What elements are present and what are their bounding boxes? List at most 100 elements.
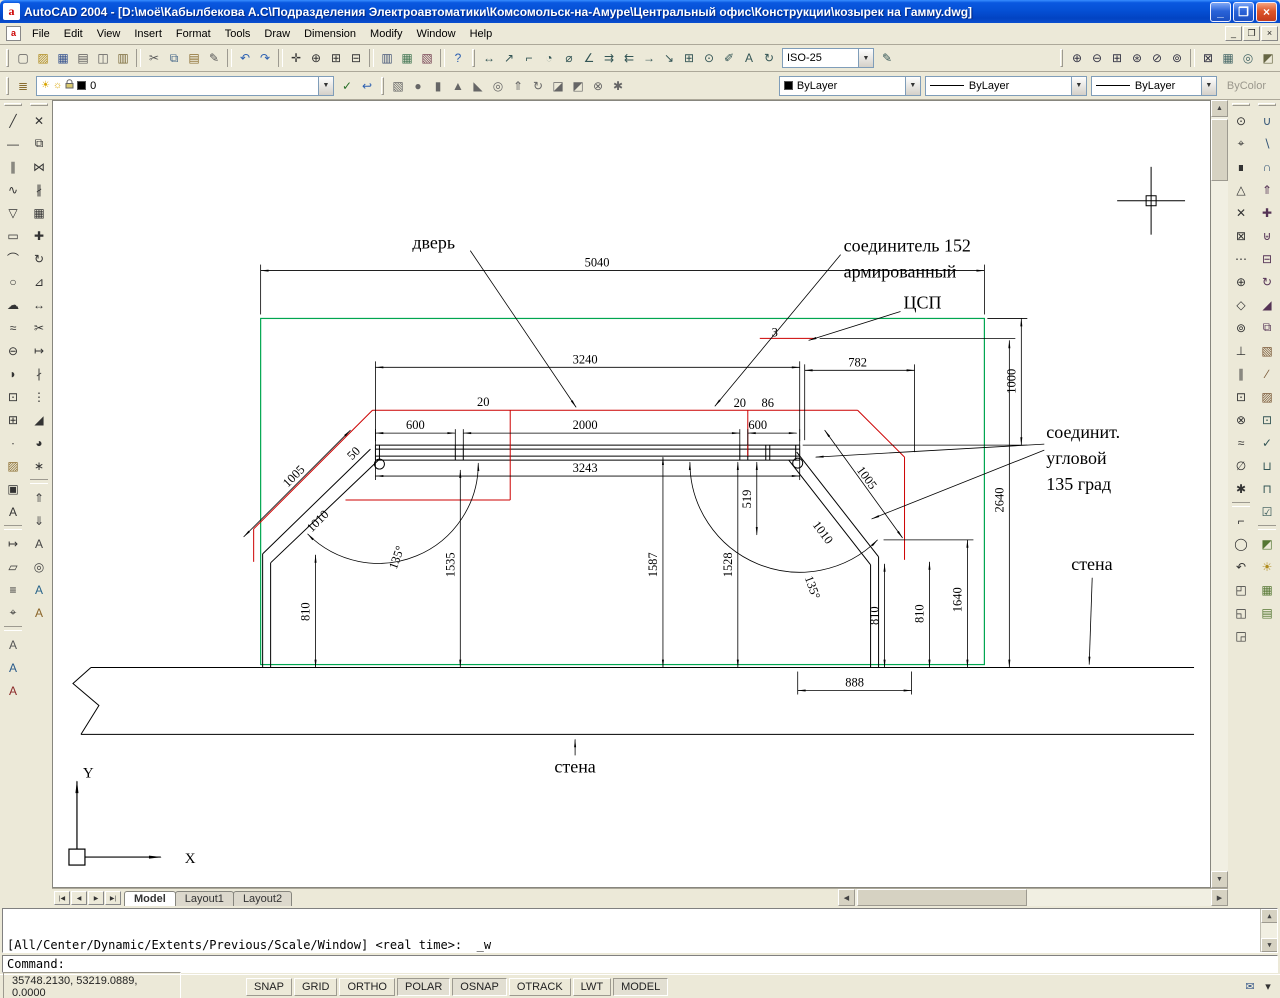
ucs-object-button[interactable]: ◱: [1229, 601, 1253, 624]
rectangle-tool[interactable]: ▭: [1, 224, 25, 247]
drawing-file-icon[interactable]: a: [6, 26, 21, 41]
ucs-previous-button[interactable]: ↶: [1229, 555, 1253, 578]
none-snap[interactable]: ∅: [1229, 454, 1253, 477]
menu-window[interactable]: Window: [409, 24, 462, 44]
chevron-down-icon[interactable]: ▼: [1071, 77, 1086, 95]
temporary-track-point-snap[interactable]: ⊙: [1229, 109, 1253, 132]
undo-button[interactable]: ↶: [235, 48, 255, 68]
menu-draw[interactable]: Draw: [257, 24, 297, 44]
quick-dimension-button[interactable]: ⇉: [599, 48, 619, 68]
lights-button[interactable]: ☀: [1255, 555, 1279, 578]
toolbar-grip[interactable]: [1258, 103, 1276, 106]
lineweight-control[interactable]: ByLayer ▼: [1091, 76, 1217, 96]
continue-dimension-button[interactable]: →: [639, 48, 659, 68]
toolbar-grip[interactable]: [30, 103, 48, 106]
layer-properties-manager-button[interactable]: ≣: [13, 76, 33, 96]
dimension-update-button[interactable]: ↻: [759, 48, 779, 68]
snap-toggle[interactable]: SNAP: [246, 978, 292, 996]
shell-button[interactable]: ⊓: [1255, 477, 1279, 500]
zoom-out-button[interactable]: ⊖: [1087, 48, 1107, 68]
chamfer-tool[interactable]: ◢: [27, 408, 51, 431]
scroll-right-icon[interactable]: ▶: [1211, 889, 1228, 906]
scale-tool[interactable]: ⊿: [27, 270, 51, 293]
scroll-down-icon[interactable]: ▼: [1211, 871, 1228, 888]
array-tool[interactable]: ▦: [27, 201, 51, 224]
osnap-settings-button[interactable]: ✱: [1229, 477, 1253, 500]
chevron-down-icon[interactable]: ▼: [905, 77, 920, 95]
tab-prev-button[interactable]: ◀: [71, 891, 87, 905]
toolbar-grip[interactable]: [6, 49, 9, 67]
ordinate-dimension-button[interactable]: ⌐: [519, 48, 539, 68]
make-block-tool[interactable]: ⊞: [1, 408, 25, 431]
explode-tool[interactable]: ∗: [27, 454, 51, 477]
subtract-button[interactable]: ∖: [1255, 132, 1279, 155]
erase-tool[interactable]: ✕: [27, 109, 51, 132]
check-button[interactable]: ☑: [1255, 500, 1279, 523]
menu-view[interactable]: View: [90, 24, 128, 44]
vertical-scroll-thumb[interactable]: [1211, 119, 1228, 181]
intersect-button[interactable]: ∩: [1255, 155, 1279, 178]
vertical-scroll-track[interactable]: [1211, 181, 1228, 871]
circle-tool[interactable]: ○: [1, 270, 25, 293]
linear-dimension-button[interactable]: ↔: [479, 48, 499, 68]
new-file-button[interactable]: ▢: [13, 48, 33, 68]
named-views-button[interactable]: ▦: [1218, 48, 1238, 68]
redo-button[interactable]: ↷: [255, 48, 275, 68]
polar-toggle[interactable]: POLAR: [397, 978, 450, 996]
midpoint-snap[interactable]: △: [1229, 178, 1253, 201]
tab-last-button[interactable]: ▶|: [105, 891, 121, 905]
union-button[interactable]: ∪: [1255, 109, 1279, 132]
separate-button[interactable]: ⊔: [1255, 454, 1279, 477]
solid-box-button[interactable]: ▧: [388, 76, 408, 96]
endpoint-snap[interactable]: ∎: [1229, 155, 1253, 178]
insert-block-tool[interactable]: ⊡: [1, 385, 25, 408]
scale-text-tool[interactable]: A: [27, 578, 51, 601]
match-properties-button[interactable]: ✎: [204, 48, 224, 68]
move-faces-button[interactable]: ✚: [1255, 201, 1279, 224]
ortho-toggle[interactable]: ORTHO: [339, 978, 395, 996]
solids-setup-button[interactable]: ✱: [608, 76, 628, 96]
color-faces-button[interactable]: ▧: [1255, 339, 1279, 362]
canopy-frame[interactable]: [263, 445, 879, 667]
taper-faces-button[interactable]: ◢: [1255, 293, 1279, 316]
zoom-dynamic-button[interactable]: ⊛: [1127, 48, 1147, 68]
area-tool[interactable]: ▱: [1, 555, 25, 578]
command-scrollbar[interactable]: ▲ ▼: [1260, 909, 1277, 952]
drawing-vertical-scrollbar[interactable]: ▲ ▼: [1211, 100, 1228, 888]
nearest-snap[interactable]: ≈: [1229, 431, 1253, 454]
scroll-left-icon[interactable]: ◀: [838, 889, 855, 906]
slice-button[interactable]: ◪: [548, 76, 568, 96]
color-edges-button[interactable]: ▨: [1255, 385, 1279, 408]
zoom-center-button[interactable]: ⊚: [1167, 48, 1187, 68]
color-control[interactable]: ByLayer ▼: [779, 76, 921, 96]
edit-text-tool[interactable]: A: [1, 679, 25, 702]
line-tool[interactable]: ╱: [1, 109, 25, 132]
extrude-button[interactable]: ⇑: [508, 76, 528, 96]
ucs-view-button[interactable]: ◲: [1229, 624, 1253, 647]
extend-tool[interactable]: ↦: [27, 339, 51, 362]
render-button[interactable]: ◩: [1258, 48, 1278, 68]
doc-minimize-button[interactable]: _: [1225, 26, 1242, 41]
quadrant-snap[interactable]: ◇: [1229, 293, 1253, 316]
dimension-text-edit-button[interactable]: A: [739, 48, 759, 68]
baseline-dimension-button[interactable]: ⇇: [619, 48, 639, 68]
offset-tool[interactable]: ∦: [27, 178, 51, 201]
offset-faces-button[interactable]: ⊎: [1255, 224, 1279, 247]
dimension-lines[interactable]: [244, 265, 1028, 695]
point-tool[interactable]: ∙: [1, 431, 25, 454]
drawing-canvas[interactable]: 5040 3240 782 3 20 20 86 600 2000 600 32…: [52, 100, 1211, 888]
distance-tool[interactable]: ↦: [1, 532, 25, 555]
coordinates-display[interactable]: 35748.2130, 53219.0889, 0.0000: [3, 972, 181, 998]
tangent-snap[interactable]: ⊚: [1229, 316, 1253, 339]
horizontal-scroll-thumb[interactable]: [857, 889, 1027, 906]
make-object-layer-current-button[interactable]: ✓: [337, 76, 357, 96]
tab-model[interactable]: Model: [124, 891, 176, 906]
solid-wedge-button[interactable]: ◣: [468, 76, 488, 96]
list-tool[interactable]: ≡: [1, 578, 25, 601]
delete-faces-button[interactable]: ⊟: [1255, 247, 1279, 270]
node-snap[interactable]: ⊗: [1229, 408, 1253, 431]
single-line-text-tool[interactable]: A: [1, 633, 25, 656]
extrude-faces-button[interactable]: ⇑: [1255, 178, 1279, 201]
menu-dimension[interactable]: Dimension: [297, 24, 363, 44]
multiline-tool[interactable]: ∥: [1, 155, 25, 178]
